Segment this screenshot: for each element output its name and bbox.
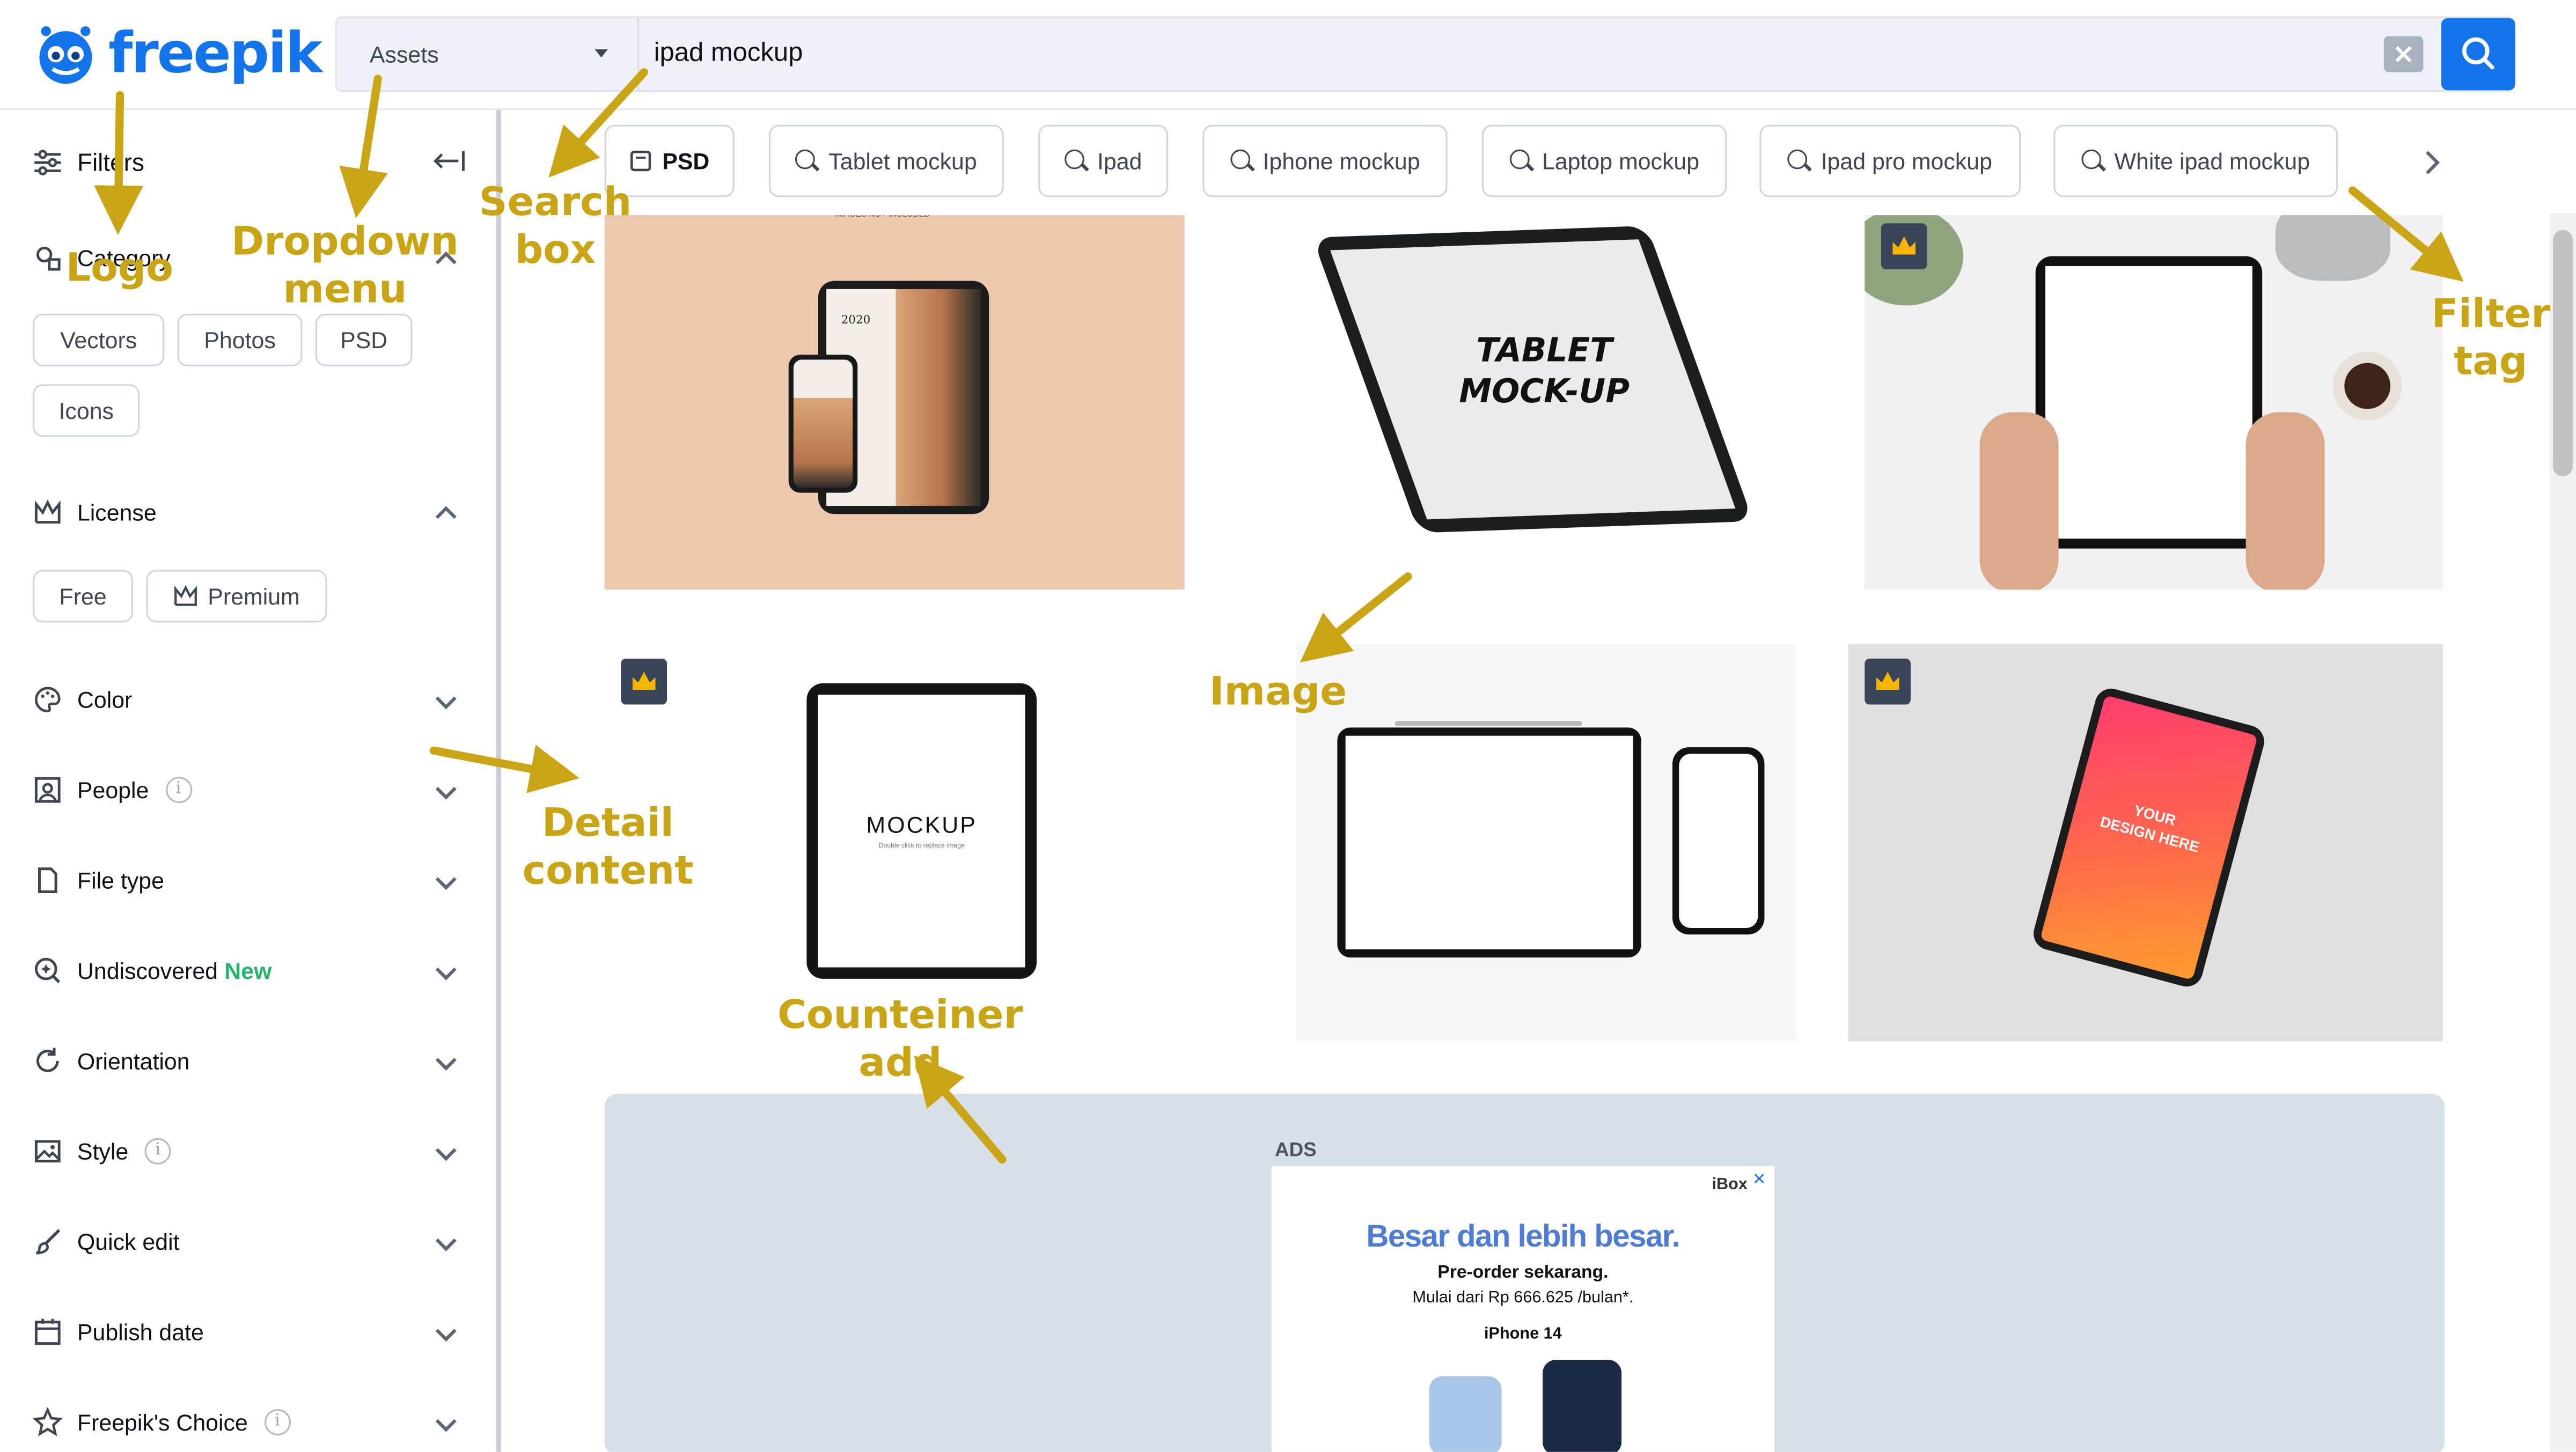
annotation-text: tag	[2454, 338, 2528, 385]
annotation-dropdown: Dropdown menu	[230, 218, 460, 314]
annotation-text: menu	[283, 266, 407, 312]
annotation-logo: Logo	[65, 245, 173, 291]
annotation-text: Filter	[2431, 290, 2551, 337]
annotation-text: Dropdown	[231, 218, 459, 264]
annotation-filter-tag: Filter tag	[2431, 290, 2551, 386]
annotation-detail-content: Detail content	[522, 800, 694, 895]
annotation-container-add: Counteiner add	[777, 992, 1023, 1086]
annotation-search-box: Search box	[479, 179, 632, 273]
annotation-arrows	[94, 68, 2464, 1164]
annotation-text: content	[522, 847, 694, 894]
annotation-text: Detail	[541, 800, 674, 846]
annotation-image: Image	[1209, 668, 1347, 714]
